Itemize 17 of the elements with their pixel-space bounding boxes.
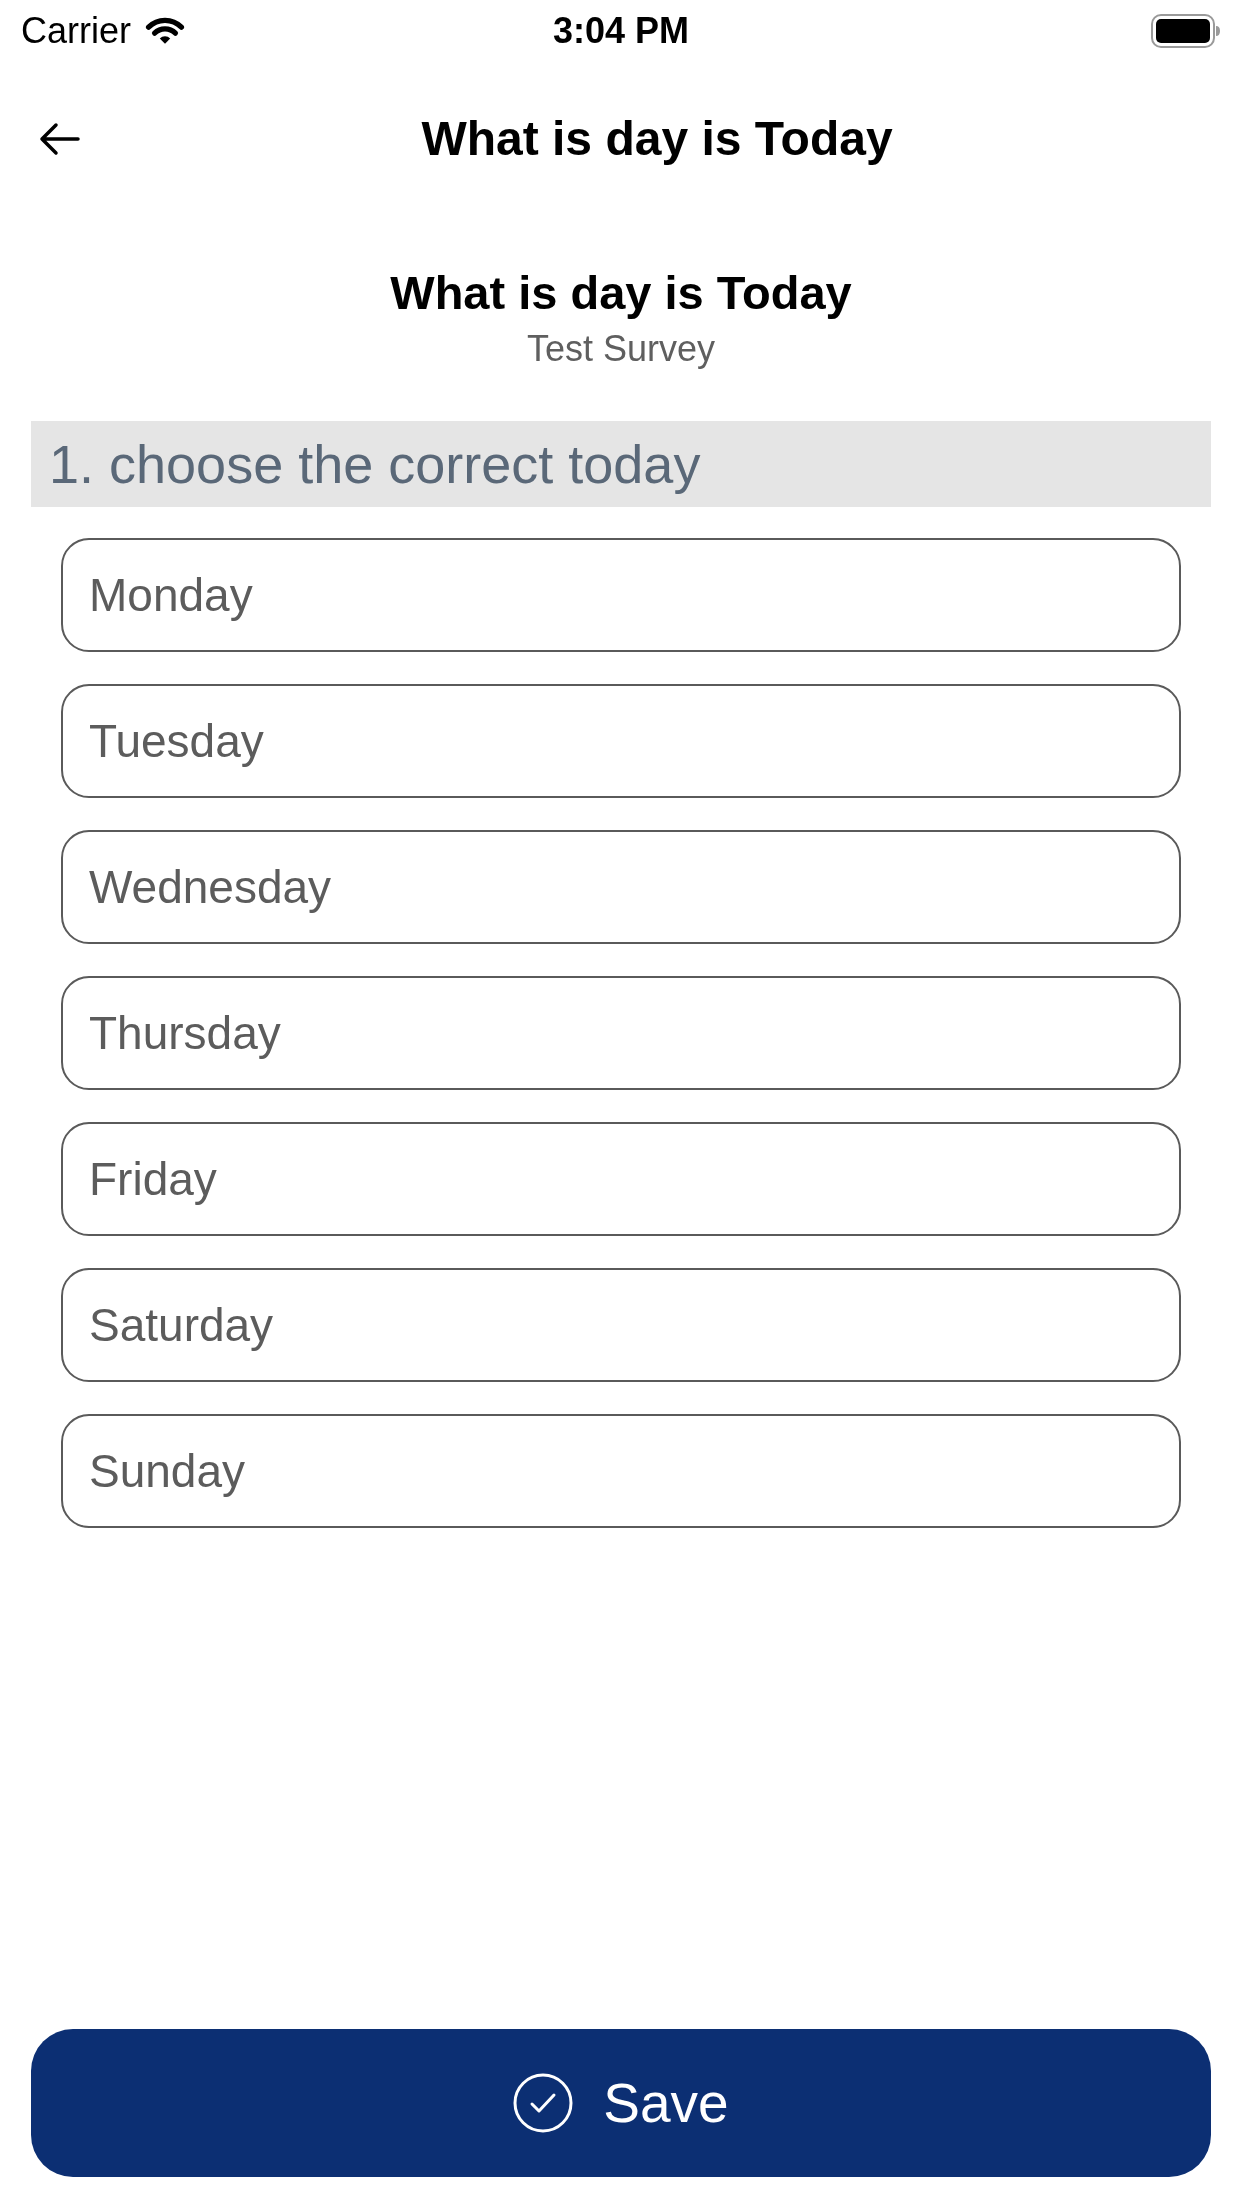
answer-option[interactable]: Tuesday <box>61 684 1181 798</box>
answer-option[interactable]: Sunday <box>61 1414 1181 1528</box>
wifi-icon <box>145 17 185 45</box>
save-button[interactable]: Save <box>31 2029 1211 2177</box>
answer-option[interactable]: Monday <box>61 538 1181 652</box>
answer-option[interactable]: Thursday <box>61 976 1181 1090</box>
survey-subtitle: Test Survey <box>526 327 716 370</box>
nav-title: What is day is Today <box>421 111 893 167</box>
answer-option[interactable]: Friday <box>61 1122 1181 1236</box>
carrier-label: Carrier <box>21 13 131 49</box>
status-time: 3:04 PM <box>552 13 690 49</box>
battery-icon <box>1151 14 1221 48</box>
answer-option[interactable]: Saturday <box>61 1268 1181 1382</box>
check-circle-icon <box>513 2073 574 2133</box>
survey-title: What is day is Today <box>390 265 852 321</box>
back-arrow-icon[interactable] <box>39 122 80 156</box>
answer-option[interactable]: Wednesday <box>61 830 1181 944</box>
